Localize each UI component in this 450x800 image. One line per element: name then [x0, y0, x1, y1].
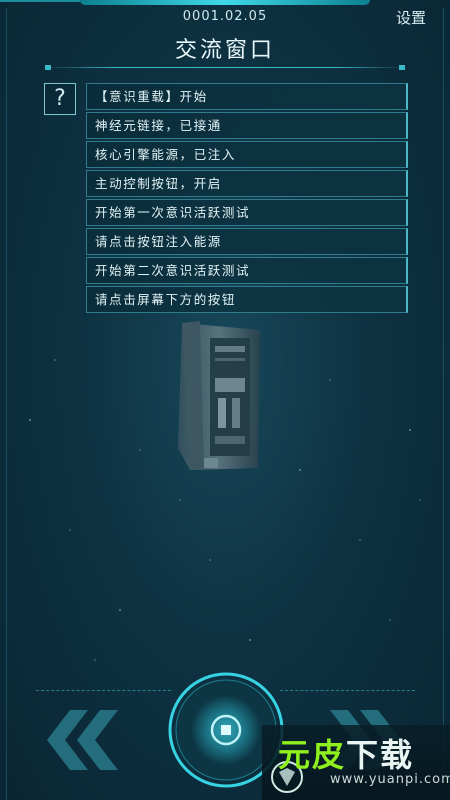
settings-button[interactable]: 设置 — [396, 7, 426, 28]
double-chevron-left-icon[interactable] — [40, 705, 130, 775]
page-title: 交流窗口 — [174, 38, 275, 63]
help-button[interactable]: ? — [44, 83, 76, 115]
bottom-divider-left — [36, 690, 171, 692]
version-label: 0001.02.05 — [182, 9, 268, 24]
message-item: 神经元链接，已接通 — [86, 112, 408, 139]
right-frame-line — [443, 8, 444, 800]
message-item: 请点击按钮注入能源 — [86, 228, 408, 255]
left-frame-line — [6, 8, 7, 800]
watermark-brand-part-2: 下载 — [346, 736, 415, 774]
floating-device-image — [178, 321, 260, 470]
message-item: 主动控制按钮，开启 — [86, 170, 408, 197]
stop-square-icon — [221, 725, 231, 735]
question-icon: ? — [54, 86, 66, 111]
watermark-brand-part-1: 元皮 — [278, 736, 347, 774]
watermark-url: www.yuanpi.com — [330, 772, 450, 787]
title-divider-tick-left — [45, 65, 51, 70]
message-item: 核心引擎能源，已注入 — [86, 141, 408, 168]
title-divider-tick-right — [399, 65, 405, 70]
bottom-divider-right — [280, 690, 415, 692]
watermark-brand: 元皮下载 — [278, 730, 414, 776]
message-item: 开始第二次意识活跃测试 — [86, 257, 408, 284]
message-item: 开始第一次意识活跃测试 — [86, 199, 408, 226]
message-item: 【意识重载】开始 — [86, 83, 408, 110]
message-item: 请点击屏幕下方的按钮 — [86, 286, 408, 313]
title-divider — [45, 67, 405, 68]
message-log: 【意识重载】开始 神经元链接，已接通 核心引擎能源，已注入 主动控制按钮，开启 … — [86, 83, 408, 315]
